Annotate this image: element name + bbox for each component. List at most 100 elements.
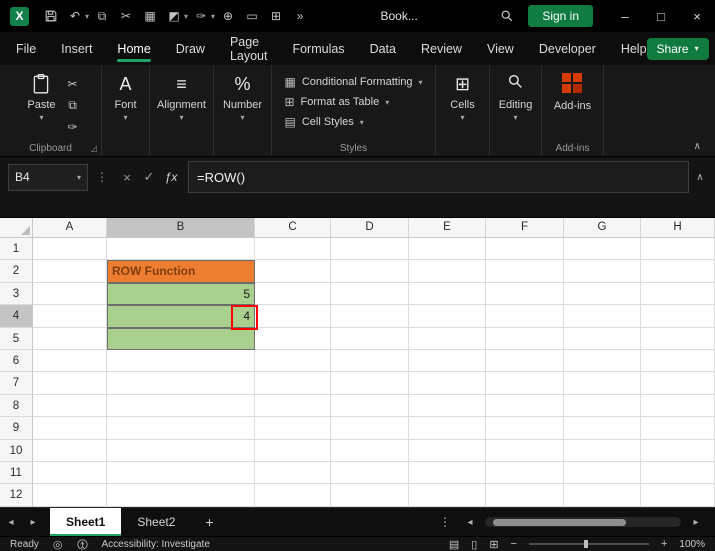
cell-C7[interactable]	[255, 372, 331, 394]
row-header-10[interactable]: 10	[0, 440, 33, 462]
cell-B4[interactable]: 4	[107, 305, 255, 327]
cells-button[interactable]: ⊞ Cells ▾	[446, 71, 478, 140]
row-header-4[interactable]: 4	[0, 305, 33, 327]
column-header-F[interactable]: F	[486, 218, 564, 238]
pen-icon[interactable]: ✑	[191, 9, 211, 23]
cell-C12[interactable]	[255, 484, 331, 506]
enter-button[interactable]: ✓	[138, 169, 160, 185]
cell-A6[interactable]	[33, 350, 107, 372]
zoom-slider[interactable]	[529, 543, 649, 545]
editing-button[interactable]: Editing ▾	[495, 71, 537, 140]
cell-F2[interactable]	[486, 260, 564, 282]
undo-icon[interactable]: ↶	[65, 9, 85, 23]
cell-A3[interactable]	[33, 283, 107, 305]
cell-A9[interactable]	[33, 417, 107, 439]
search-icon[interactable]	[500, 9, 514, 23]
keyboard-icon[interactable]: ▦	[140, 9, 160, 23]
cell-G5[interactable]	[564, 328, 641, 350]
column-header-A[interactable]: A	[33, 218, 107, 238]
cell-C1[interactable]	[255, 238, 331, 260]
cell-E10[interactable]	[409, 440, 486, 462]
cell-C11[interactable]	[255, 462, 331, 484]
cut-button[interactable]: ✂	[68, 77, 78, 91]
cell-D10[interactable]	[331, 440, 409, 462]
name-box-chevron-icon[interactable]: ▾	[77, 173, 81, 182]
zoom-in-button[interactable]: +	[661, 538, 667, 550]
cell-F1[interactable]	[486, 238, 564, 260]
minimize-button[interactable]: –	[607, 0, 643, 32]
cell-B7[interactable]	[107, 372, 255, 394]
column-header-D[interactable]: D	[331, 218, 409, 238]
row-header-11[interactable]: 11	[0, 462, 33, 484]
cell-C2[interactable]	[255, 260, 331, 282]
sheet-tab-sheet1[interactable]: Sheet1	[50, 508, 121, 536]
format-painter-button[interactable]: ✑	[68, 120, 78, 134]
menu-tab-review[interactable]: Review	[421, 32, 462, 65]
cell-G9[interactable]	[564, 417, 641, 439]
select-all-button[interactable]	[0, 218, 33, 238]
menu-tab-file[interactable]: File	[16, 32, 36, 65]
cell-A1[interactable]	[33, 238, 107, 260]
column-header-B[interactable]: B	[107, 218, 255, 238]
cell-F10[interactable]	[486, 440, 564, 462]
cell-E9[interactable]	[409, 417, 486, 439]
cell-C6[interactable]	[255, 350, 331, 372]
menu-tab-view[interactable]: View	[487, 32, 514, 65]
tabbar-overflow-icon[interactable]: ⋮	[439, 515, 451, 529]
cell-F3[interactable]	[486, 283, 564, 305]
insert-function-button[interactable]: ƒx	[160, 170, 182, 184]
cell-D4[interactable]	[331, 305, 409, 327]
share-button[interactable]: Share ▾	[647, 38, 709, 60]
cell-E7[interactable]	[409, 372, 486, 394]
cell-C8[interactable]	[255, 395, 331, 417]
cell-A10[interactable]	[33, 440, 107, 462]
zoom-slider-thumb[interactable]	[584, 540, 588, 548]
clipboard-dialog-launcher-icon[interactable]: ◿	[91, 144, 97, 153]
grid-tool-icon[interactable]: ⊞	[266, 9, 286, 23]
cell-G6[interactable]	[564, 350, 641, 372]
cell-E5[interactable]	[409, 328, 486, 350]
scroll-left-icon[interactable]: ◂	[459, 517, 481, 528]
shading-icon[interactable]: ◩	[164, 9, 184, 23]
page-layout-view-icon[interactable]: ▯	[471, 538, 477, 551]
zoom-level[interactable]: 100%	[679, 539, 705, 550]
row-header-5[interactable]: 5	[0, 328, 33, 350]
copy-icon[interactable]: ⧉	[92, 9, 112, 24]
cell-F4[interactable]	[486, 305, 564, 327]
cell-B8[interactable]	[107, 395, 255, 417]
sheet-tab-sheet2[interactable]: Sheet2	[121, 508, 191, 536]
cancel-button[interactable]: ×	[116, 170, 138, 185]
cell-F8[interactable]	[486, 395, 564, 417]
alignment-button[interactable]: ≡ Alignment ▾	[153, 71, 210, 140]
zoom-out-button[interactable]: −	[511, 538, 517, 550]
cell-H6[interactable]	[641, 350, 715, 372]
row-header-6[interactable]: 6	[0, 350, 33, 372]
row-header-1[interactable]: 1	[0, 238, 33, 260]
scroll-right-icon[interactable]: ▸	[685, 517, 707, 528]
add-sheet-button[interactable]: +	[205, 514, 213, 530]
maximize-button[interactable]: □	[643, 0, 679, 32]
cell-C5[interactable]	[255, 328, 331, 350]
cell-D12[interactable]	[331, 484, 409, 506]
row-header-12[interactable]: 12	[0, 484, 33, 506]
name-box[interactable]: B4 ▾	[8, 164, 88, 191]
column-header-C[interactable]: C	[255, 218, 331, 238]
cell-D6[interactable]	[331, 350, 409, 372]
format-as-table-button[interactable]: ⊞ Format as Table ▾	[284, 95, 422, 109]
paste-button[interactable]: Paste ▾	[23, 71, 59, 140]
cell-H8[interactable]	[641, 395, 715, 417]
cell-A7[interactable]	[33, 372, 107, 394]
cell-H3[interactable]	[641, 283, 715, 305]
row-header-2[interactable]: 2	[0, 260, 33, 282]
menu-tab-formulas[interactable]: Formulas	[292, 32, 344, 65]
cell-E2[interactable]	[409, 260, 486, 282]
cell-G11[interactable]	[564, 462, 641, 484]
previous-sheet-icon[interactable]: ◂	[0, 517, 22, 528]
menu-tab-draw[interactable]: Draw	[176, 32, 205, 65]
frame-icon[interactable]: ▭	[242, 9, 262, 23]
next-sheet-icon[interactable]: ▸	[22, 517, 44, 528]
conditional-formatting-button[interactable]: ▦ Conditional Formatting ▾	[284, 75, 422, 89]
cut-icon[interactable]: ✂	[116, 9, 136, 23]
scrollbar-track[interactable]	[485, 517, 681, 527]
undo-dropdown-icon[interactable]: ▾	[85, 12, 89, 21]
